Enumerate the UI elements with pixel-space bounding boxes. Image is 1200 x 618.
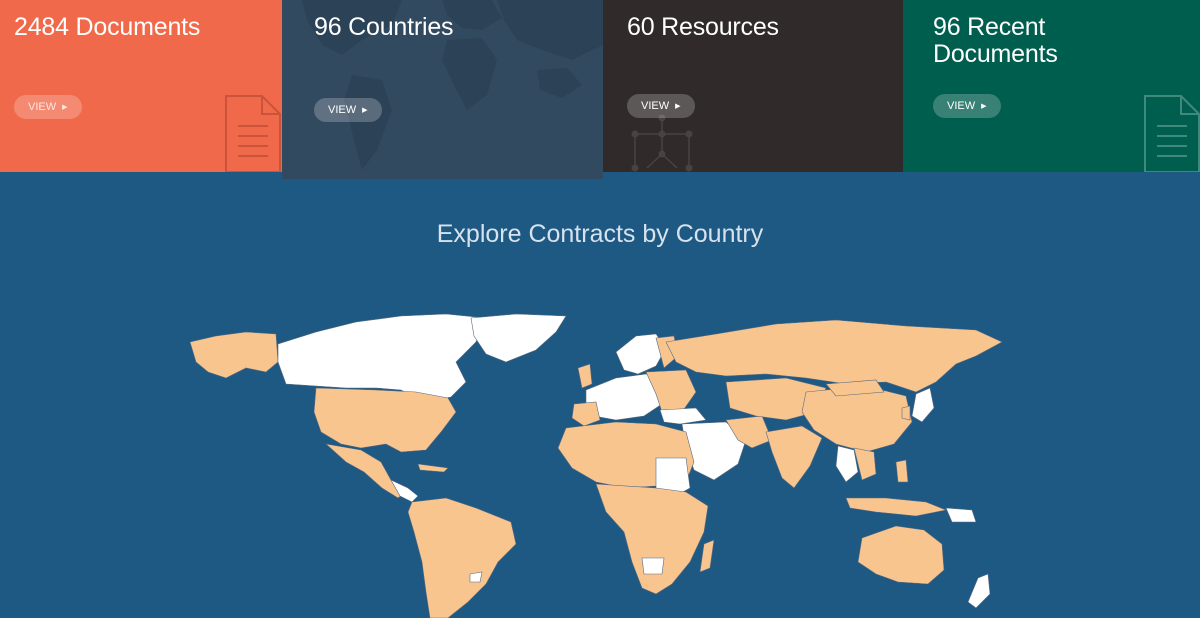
resources-count: 60 Resources bbox=[627, 13, 779, 41]
countries-card[interactable]: 96 Countries VIEW ▶ bbox=[282, 0, 603, 179]
recent-documents-view-label: VIEW bbox=[947, 100, 976, 112]
documents-view-label: VIEW bbox=[28, 101, 57, 113]
documents-view-button[interactable]: VIEW ▶ bbox=[14, 95, 82, 119]
recent-documents-count: 96 Recent Documents bbox=[933, 13, 1058, 68]
recent-documents-card[interactable]: 96 Recent Documents VIEW ▶ bbox=[903, 0, 1200, 172]
country-korea[interactable] bbox=[901, 405, 911, 421]
arrow-right-icon: ▶ bbox=[981, 102, 987, 110]
country-mexico[interactable] bbox=[325, 443, 407, 499]
country-philippines[interactable] bbox=[895, 459, 909, 483]
document-icon bbox=[1144, 95, 1200, 172]
country-central-africa[interactable] bbox=[595, 483, 709, 595]
arrow-right-icon: ▶ bbox=[62, 103, 68, 111]
country-cuba[interactable] bbox=[417, 463, 449, 473]
countries-view-label: VIEW bbox=[328, 104, 357, 116]
documents-count: 2484 Documents bbox=[14, 13, 201, 41]
map-heading: Explore Contracts by Country bbox=[436, 220, 764, 248]
country-madagascar[interactable] bbox=[699, 539, 715, 573]
resources-view-label: VIEW bbox=[641, 100, 670, 112]
documents-card[interactable]: 2484 Documents VIEW ▶ bbox=[0, 0, 282, 172]
map-section: Explore Contracts by Country bbox=[0, 172, 1200, 618]
recent-documents-view-button[interactable]: VIEW ▶ bbox=[933, 94, 1001, 118]
country-usa[interactable] bbox=[313, 387, 457, 453]
country-uruguay[interactable] bbox=[469, 571, 483, 583]
country-japan[interactable] bbox=[911, 387, 935, 423]
country-uk[interactable] bbox=[577, 363, 593, 389]
resources-view-button[interactable]: VIEW ▶ bbox=[627, 94, 695, 118]
country-usa-alaska[interactable] bbox=[189, 331, 279, 379]
country-russia[interactable] bbox=[665, 319, 1003, 393]
country-south-america[interactable] bbox=[407, 497, 517, 618]
countries-count: 96 Countries bbox=[314, 13, 454, 41]
stats-bar: 2484 Documents VIEW ▶ 96 Countries VIEW … bbox=[0, 0, 1200, 179]
country-canada[interactable] bbox=[277, 313, 487, 403]
country-india[interactable] bbox=[765, 425, 823, 489]
country-new-zealand[interactable] bbox=[967, 573, 991, 609]
arrow-right-icon: ▶ bbox=[362, 106, 368, 114]
arrow-right-icon: ▶ bbox=[675, 102, 681, 110]
world-map[interactable] bbox=[186, 312, 1006, 618]
document-icon bbox=[225, 95, 281, 172]
country-australia[interactable] bbox=[857, 525, 945, 585]
countries-view-button[interactable]: VIEW ▶ bbox=[314, 98, 382, 122]
resources-card[interactable]: 60 Resources VIEW ▶ bbox=[603, 0, 903, 172]
country-iberia[interactable] bbox=[571, 401, 601, 427]
country-indochina[interactable] bbox=[853, 447, 877, 481]
country-papua-new-guinea[interactable] bbox=[945, 507, 977, 523]
country-greenland[interactable] bbox=[470, 313, 567, 363]
country-botswana[interactable] bbox=[641, 557, 665, 575]
network-tree-icon bbox=[631, 114, 693, 172]
country-indonesia[interactable] bbox=[845, 497, 948, 517]
country-turkey[interactable] bbox=[659, 407, 707, 425]
